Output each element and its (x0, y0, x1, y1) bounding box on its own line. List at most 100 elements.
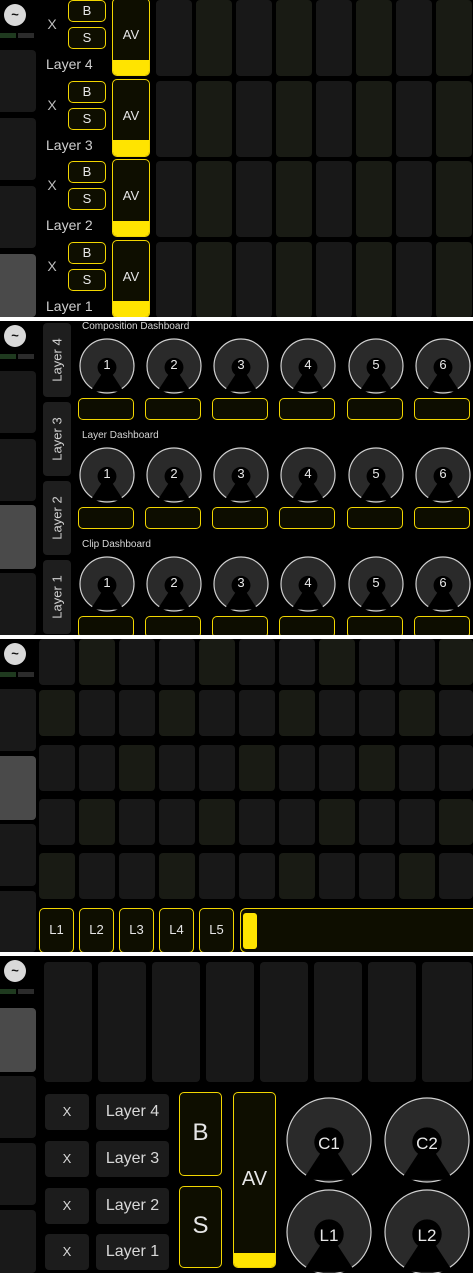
dashboard-value-field[interactable] (347, 616, 403, 635)
mixer-knob[interactable]: L2 (383, 1188, 471, 1273)
clip-slot[interactable] (44, 962, 92, 1082)
layer-name-button[interactable]: Layer 2 (96, 1188, 169, 1224)
dashboard-knob[interactable]: 2 (145, 446, 203, 504)
dashboard-value-field[interactable] (414, 398, 470, 420)
dashboard-knob[interactable]: 6 (414, 446, 472, 504)
dashboard-knob[interactable]: 3 (212, 337, 270, 395)
page-button-1[interactable] (0, 1008, 36, 1072)
clip-slot[interactable] (359, 799, 395, 845)
dashboard-knob[interactable]: 5 (347, 337, 405, 395)
clip-slot[interactable] (436, 80, 472, 157)
solo-button[interactable]: S (68, 107, 106, 130)
bypass-button[interactable]: B (179, 1092, 222, 1176)
page-button-3[interactable] (0, 824, 36, 886)
clip-slot[interactable] (276, 161, 312, 237)
page-button-1[interactable] (0, 371, 36, 433)
dashboard-knob[interactable]: 2 (145, 337, 203, 395)
clip-slot[interactable] (396, 161, 432, 237)
solo-button[interactable]: S (68, 27, 106, 49)
clip-slot[interactable] (156, 0, 192, 76)
layer-name-button[interactable]: Layer 3 (96, 1141, 169, 1177)
clip-slot[interactable] (359, 690, 395, 736)
clip-slot[interactable] (319, 799, 355, 845)
page-button-2[interactable] (0, 1076, 36, 1138)
page-button-4[interactable] (0, 1210, 36, 1273)
clip-slot[interactable] (316, 0, 352, 76)
resolume-logo-icon[interactable]: ~ (4, 4, 26, 26)
clip-slot[interactable] (39, 745, 75, 791)
page-button-1[interactable] (0, 50, 36, 112)
clear-x-button[interactable]: X (45, 1234, 89, 1270)
clip-slot[interactable] (199, 639, 235, 685)
dashboard-value-field[interactable] (347, 507, 403, 529)
layer-select-button[interactable]: L5 (199, 908, 234, 953)
clip-slot[interactable] (316, 80, 352, 157)
clip-slot[interactable] (319, 690, 355, 736)
clip-slot[interactable] (399, 853, 435, 899)
clip-slot[interactable] (399, 745, 435, 791)
dashboard-knob[interactable]: 5 (347, 446, 405, 504)
clip-slot[interactable] (199, 690, 235, 736)
resolume-logo-icon[interactable]: ~ (4, 325, 26, 347)
clip-slot[interactable] (199, 853, 235, 899)
clip-slot[interactable] (79, 639, 115, 685)
tab-layer-2[interactable]: Layer 2 (43, 481, 71, 555)
dashboard-value-field[interactable] (212, 616, 268, 635)
clip-slot[interactable] (98, 962, 146, 1082)
solo-button[interactable]: S (179, 1186, 222, 1268)
dashboard-knob[interactable]: 5 (347, 555, 405, 613)
clip-slot[interactable] (196, 241, 232, 317)
clip-slot[interactable] (279, 799, 315, 845)
bypass-button[interactable]: B (68, 241, 106, 264)
clip-slot[interactable] (359, 745, 395, 791)
dashboard-value-field[interactable] (145, 616, 201, 635)
clip-slot[interactable] (399, 799, 435, 845)
dashboard-value-field[interactable] (279, 398, 335, 420)
clip-slot[interactable] (159, 690, 195, 736)
clip-slot[interactable] (119, 690, 155, 736)
dashboard-knob[interactable]: 6 (414, 555, 472, 613)
clip-slot[interactable] (39, 799, 75, 845)
clear-x-button[interactable]: X (45, 1094, 89, 1130)
clip-slot[interactable] (159, 745, 195, 791)
clip-slot[interactable] (239, 690, 275, 736)
crossfader[interactable] (240, 908, 473, 953)
dashboard-knob[interactable]: 4 (279, 337, 337, 395)
clip-slot[interactable] (236, 161, 272, 237)
clip-slot[interactable] (159, 799, 195, 845)
clip-slot[interactable] (159, 639, 195, 685)
clip-slot[interactable] (356, 241, 392, 317)
page-button-4[interactable] (0, 573, 36, 635)
page-button-1[interactable] (0, 689, 36, 751)
dashboard-knob[interactable]: 2 (145, 555, 203, 613)
clip-slot[interactable] (119, 799, 155, 845)
dashboard-value-field[interactable] (414, 507, 470, 529)
dashboard-value-field[interactable] (347, 398, 403, 420)
clip-slot[interactable] (119, 853, 155, 899)
layer-name-button[interactable]: Layer 1 (96, 1234, 169, 1270)
clip-slot[interactable] (236, 241, 272, 317)
dashboard-value-field[interactable] (279, 616, 335, 635)
clip-slot[interactable] (236, 0, 272, 76)
clip-slot[interactable] (156, 80, 192, 157)
tab-layer-3[interactable]: Layer 3 (43, 402, 71, 476)
clip-slot[interactable] (368, 962, 416, 1082)
dashboard-value-field[interactable] (78, 507, 134, 529)
av-opacity-fader[interactable]: AV (112, 239, 150, 317)
page-button-4[interactable] (0, 891, 36, 952)
page-button-3[interactable] (0, 186, 36, 248)
dashboard-value-field[interactable] (145, 507, 201, 529)
clip-slot[interactable] (79, 799, 115, 845)
clip-slot[interactable] (399, 639, 435, 685)
clip-slot[interactable] (396, 241, 432, 317)
tab-layer-1[interactable]: Layer 1 (43, 560, 71, 634)
page-button-4[interactable] (0, 254, 36, 317)
bypass-button[interactable]: B (68, 161, 106, 183)
resolume-logo-icon[interactable]: ~ (4, 960, 26, 982)
clear-x-button[interactable]: X (44, 177, 60, 193)
mixer-knob[interactable]: C1 (285, 1096, 373, 1184)
solo-button[interactable]: S (68, 268, 106, 291)
clip-slot[interactable] (439, 799, 473, 845)
dashboard-knob[interactable]: 1 (78, 446, 136, 504)
clip-slot[interactable] (239, 639, 275, 685)
